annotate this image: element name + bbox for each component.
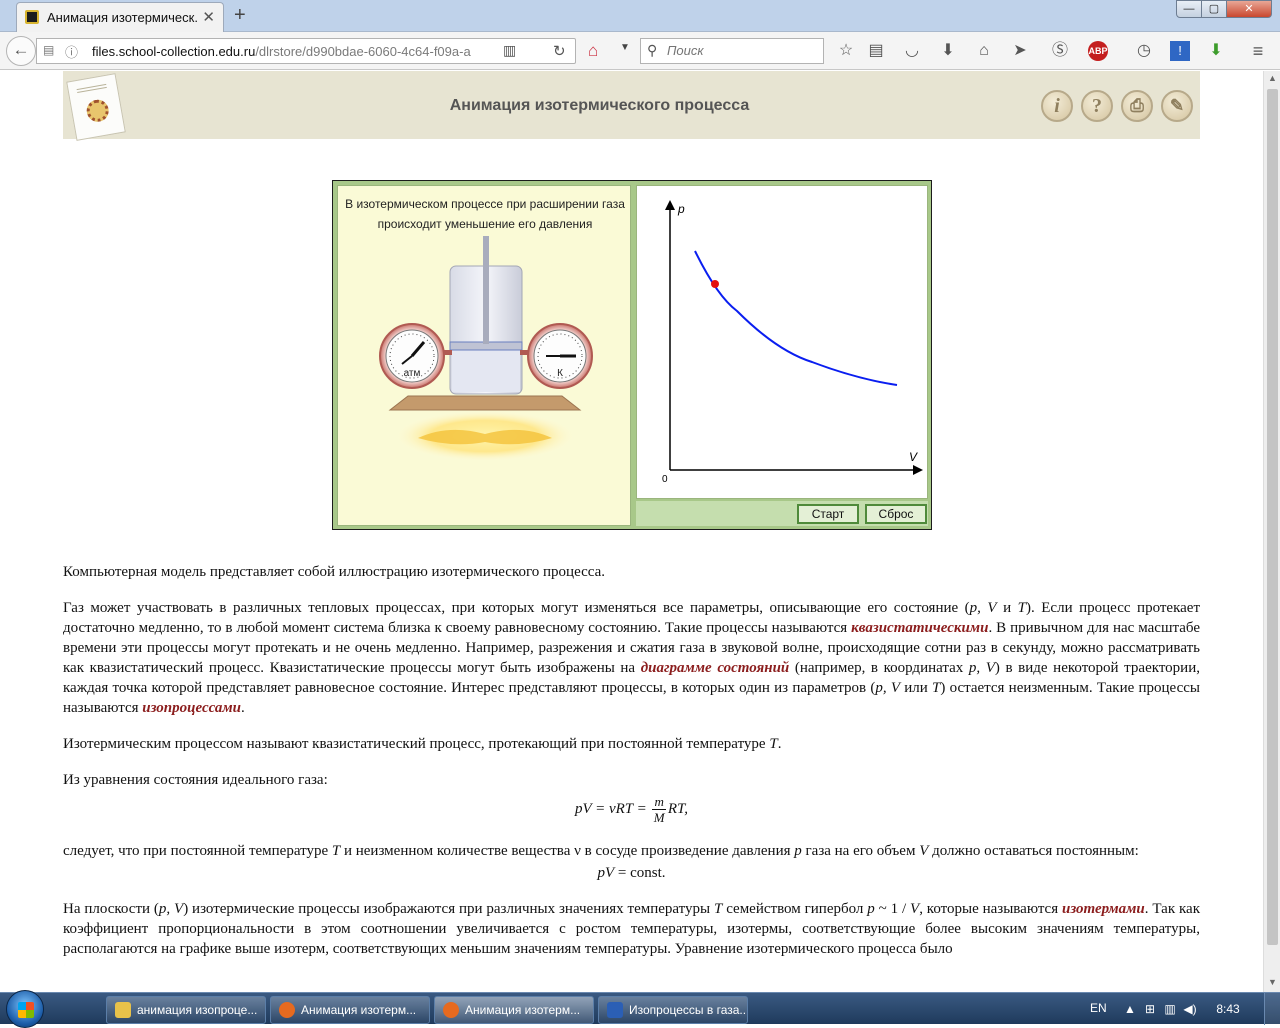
- tray-windows-icon[interactable]: ⊞: [1142, 1002, 1158, 1016]
- window-close-button[interactable]: ✕: [1226, 0, 1272, 18]
- firefox-icon: [443, 1002, 459, 1018]
- tab-close-icon[interactable]: ✕: [202, 8, 215, 26]
- window-minimize-button[interactable]: —: [1176, 0, 1202, 18]
- home-colorful-icon[interactable]: ⌂: [588, 41, 598, 61]
- adblock-icon[interactable]: ABP: [1088, 41, 1108, 61]
- term-link-quasistatic[interactable]: квазистатическими: [851, 620, 988, 636]
- help-button[interactable]: ?: [1081, 90, 1113, 122]
- paragraph-consequence: следует, что при постоянной температуре …: [63, 843, 1139, 859]
- firefox-icon: [279, 1002, 295, 1018]
- home-icon[interactable]: ⌂: [974, 41, 994, 61]
- term-link-isotherms[interactable]: изотермами: [1062, 901, 1145, 917]
- v-axis-label: V: [909, 450, 918, 464]
- temperature-gauge-label: К: [557, 368, 563, 379]
- tray-expand-icon[interactable]: ▲: [1122, 1002, 1138, 1016]
- tab-title: Анимация изотермическ...: [47, 10, 197, 25]
- start-button[interactable]: Старт: [797, 504, 859, 524]
- windows-taskbar: анимация изопроце... Анимация изотерм...…: [0, 990, 1280, 1028]
- p-axis-label: p: [677, 202, 685, 216]
- cylinder-gas: [452, 348, 520, 392]
- reader-view-icon[interactable]: ▥: [503, 42, 516, 59]
- page-title: Анимация изотермического процесса: [449, 97, 750, 114]
- term-link-isoprocess[interactable]: изопроцессами: [142, 700, 241, 716]
- search-box[interactable]: ⚲: [640, 38, 824, 64]
- taskbar-item-firefox-2[interactable]: Анимация изотерм...: [434, 996, 594, 1024]
- formula-fraction: mM: [652, 794, 666, 825]
- pv-graph: p V 0: [662, 200, 923, 485]
- paragraph-isothermal-def: Изотермическим процессом называют квазис…: [63, 736, 782, 752]
- paragraph-quasistatic: Газ может участвовать в различных теплов…: [63, 600, 1201, 716]
- new-tab-button[interactable]: +: [234, 4, 246, 27]
- s-extension-icon[interactable]: Ⓢ: [1050, 41, 1070, 61]
- download-green-icon[interactable]: ⬇: [1206, 41, 1226, 61]
- language-indicator[interactable]: EN: [1090, 1001, 1107, 1015]
- browser-tab-active[interactable]: Анимация изотермическ... ✕: [16, 2, 224, 32]
- search-input[interactable]: [667, 43, 817, 58]
- paragraph-state-equation: Из уравнения состояния идеального газа:: [63, 772, 328, 788]
- back-button[interactable]: ←: [6, 36, 36, 66]
- state-point: [711, 280, 719, 288]
- url-domain: files.school-collection.edu.ru: [92, 44, 256, 59]
- url-path: /dlrstore/d990bdae-6060-4c64-f09a-a: [255, 44, 471, 59]
- paragraph-isotherms: На плоскости (p, V) изотермические проце…: [63, 901, 1200, 957]
- scroll-up-icon[interactable]: ▲: [1268, 73, 1277, 83]
- scroll-down-icon[interactable]: ▼: [1268, 977, 1277, 987]
- formula-pv-const: pV = const.: [597, 865, 666, 881]
- site-info-icon[interactable]: ⓘ: [65, 42, 78, 61]
- reading-list-icon[interactable]: ▤: [866, 41, 886, 61]
- scroll-thumb[interactable]: [1267, 89, 1278, 945]
- downloads-icon[interactable]: ⬇: [938, 41, 958, 61]
- history-icon[interactable]: ◷: [1134, 41, 1154, 61]
- folder-icon: [115, 1002, 131, 1018]
- bookmark-star-icon[interactable]: ☆: [836, 41, 856, 61]
- pressure-gauge-label: атм: [404, 368, 421, 379]
- article-text: Компьютерная модель представляет собой и…: [63, 562, 1200, 975]
- reload-icon[interactable]: ↻: [553, 42, 566, 60]
- window-maximize-button[interactable]: ▢: [1201, 0, 1227, 18]
- browser-tab-bar: Анимация изотермическ... ✕ + — ▢ ✕: [0, 0, 1280, 32]
- word-icon: [607, 1002, 623, 1018]
- term-link-diagram[interactable]: диаграмме состояний: [641, 660, 790, 676]
- animation-controls: Старт Сброс: [636, 501, 928, 526]
- page-list-icon[interactable]: ▤: [43, 43, 57, 57]
- taskbar-item-folder[interactable]: анимация изопроце...: [106, 996, 266, 1024]
- isotherm-curve: [694, 250, 898, 386]
- address-bar[interactable]: ▤ ⓘ files.school-collection.edu.ru/dlrst…: [36, 38, 576, 64]
- print-button[interactable]: ⎙: [1121, 90, 1153, 122]
- taskbar-item-firefox-1[interactable]: Анимация изотерм...: [270, 996, 430, 1024]
- volume-icon[interactable]: ◀): [1182, 1002, 1198, 1016]
- page-scrollbar[interactable]: ▲ ▼: [1263, 71, 1280, 992]
- info-button[interactable]: i: [1041, 90, 1073, 122]
- browser-nav-bar: ← ▤ ⓘ files.school-collection.edu.ru/dlr…: [0, 32, 1280, 70]
- network-icon[interactable]: ▥: [1162, 1002, 1178, 1016]
- show-desktop-button[interactable]: [1264, 993, 1280, 1025]
- chevron-down-icon[interactable]: ▼: [620, 42, 630, 53]
- reset-button[interactable]: Сброс: [865, 504, 927, 524]
- piston-rod: [483, 236, 489, 344]
- start-button[interactable]: [6, 990, 44, 1028]
- formula-ideal-gas: pV = νRT = m M RT,: [574, 794, 689, 825]
- pocket-icon[interactable]: ◡: [902, 41, 922, 61]
- site-favicon-icon: [25, 10, 39, 24]
- search-icon: ⚲: [647, 42, 658, 58]
- pv-graph-panel: p V 0: [636, 185, 928, 499]
- apparatus-panel: В изотермическом процессе при расширении…: [337, 185, 631, 526]
- system-clock[interactable]: 8:43: [1208, 1002, 1248, 1016]
- paragraph-intro: Компьютерная модель представляет собой и…: [63, 564, 606, 580]
- extension-blue-icon[interactable]: !: [1170, 41, 1190, 61]
- url-text[interactable]: files.school-collection.edu.ru/dlrstore/…: [92, 44, 471, 59]
- windows-logo-icon: [18, 1002, 34, 1018]
- heater-table: [388, 395, 582, 411]
- taskbar-item-word[interactable]: Изопроцессы в газа...: [598, 996, 748, 1024]
- menu-icon[interactable]: ≡: [1248, 41, 1268, 61]
- apparatus-illustration: атм К: [379, 236, 593, 462]
- content-header: Анимация изотермического процесса i ? ⎙ …: [63, 71, 1200, 141]
- notes-button[interactable]: ✎: [1161, 90, 1193, 122]
- animation-frame: В изотермическом процессе при расширении…: [332, 180, 932, 530]
- send-icon[interactable]: ➤: [1010, 41, 1030, 61]
- origin-label: 0: [662, 474, 668, 485]
